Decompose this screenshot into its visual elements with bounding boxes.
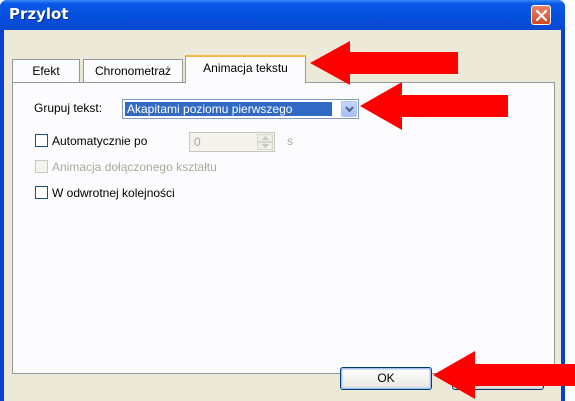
dialog-window: Przylot Efekt Chronometraż Animacja teks… xyxy=(0,0,565,401)
seconds-unit-label: s xyxy=(287,134,293,148)
spin-up-icon xyxy=(262,136,269,140)
tab-chronometraz[interactable]: Chronometraż xyxy=(83,59,183,82)
dropdown-button[interactable] xyxy=(341,101,357,117)
auto-after-seconds-input[interactable]: 0 xyxy=(189,132,275,152)
animate-attached-shape-label: Animacja dołączonego kształtu xyxy=(52,160,217,174)
close-icon xyxy=(535,9,548,22)
annotation-arrow-ok xyxy=(433,351,575,399)
annotation-arrow-dropdown xyxy=(360,82,508,130)
auto-after-value: 0 xyxy=(194,135,201,149)
chevron-down-icon xyxy=(345,106,354,113)
spin-up-button[interactable] xyxy=(257,134,273,142)
tab-animacja-tekstu[interactable]: Animacja tekstu xyxy=(185,55,306,83)
tab-label: Animacja tekstu xyxy=(203,61,288,75)
auto-after-checkbox[interactable] xyxy=(35,134,48,147)
window-title: Przylot xyxy=(9,5,69,23)
group-text-label: Grupuj tekst: xyxy=(34,101,103,115)
auto-after-label[interactable]: Automatycznie po xyxy=(52,134,147,148)
spin-down-icon xyxy=(262,144,269,148)
tab-efekt[interactable]: Efekt xyxy=(12,59,80,82)
reverse-order-checkbox[interactable] xyxy=(35,186,48,199)
title-bar[interactable]: Przylot xyxy=(0,0,565,30)
group-text-dropdown[interactable]: Akapitami poziomu pierwszego xyxy=(122,99,359,119)
spin-down-button[interactable] xyxy=(257,142,273,150)
reverse-order-label[interactable]: W odwrotnej kolejności xyxy=(52,186,175,200)
ok-button[interactable]: OK xyxy=(340,367,432,390)
tab-strip: Efekt Chronometraż Animacja tekstu xyxy=(4,30,561,83)
tab-label: Chronometraż xyxy=(94,64,172,78)
group-text-selected: Akapitami poziomu pierwszego xyxy=(125,102,332,116)
animate-attached-shape-checkbox xyxy=(35,160,48,173)
close-button[interactable] xyxy=(531,5,551,25)
tab-label: Efekt xyxy=(32,64,60,78)
